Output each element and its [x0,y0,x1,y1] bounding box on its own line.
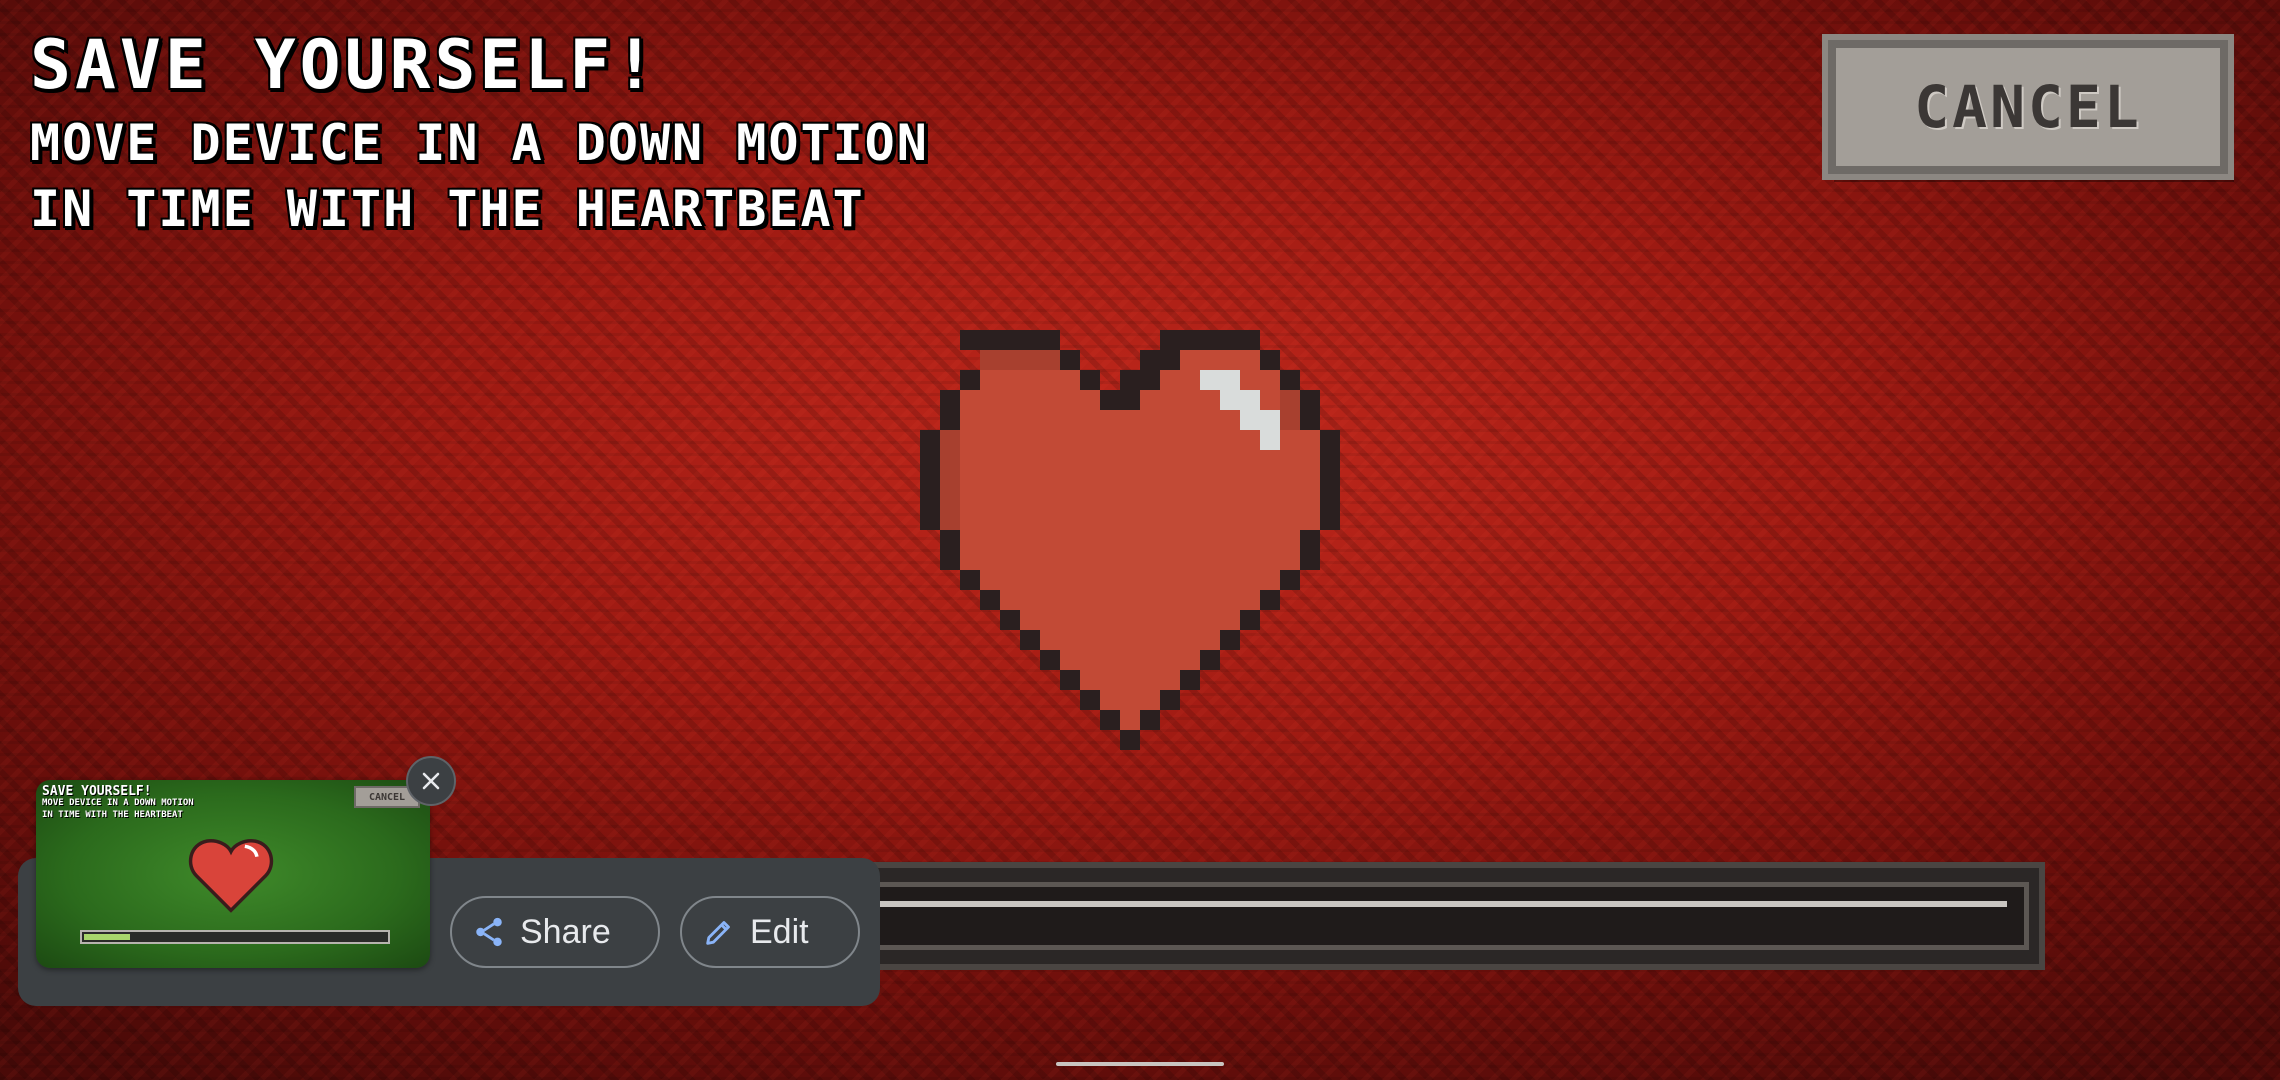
progress-bar-inner [856,882,2029,950]
progress-bar-fill [861,901,2007,907]
edit-label: Edit [750,912,809,951]
instruction-line-2: IN TIME WITH THE HEARTBEAT [30,180,865,238]
thumbnail-heart-icon [186,834,276,914]
cancel-button[interactable]: CANCEL [1828,40,2228,174]
game-title: SAVE YOURSELF! [30,26,660,105]
cancel-button-label: CANCEL [1914,73,2142,141]
thumbnail-title: SAVE YOURSELF! [42,784,152,799]
share-button[interactable]: Share [450,896,660,968]
share-icon [476,917,502,947]
home-indicator[interactable] [1056,1062,1224,1066]
close-icon [422,772,440,790]
thumbnail-progress-bar [80,930,390,944]
thumbnail-instruction-2: IN TIME WITH THE HEARTBEAT [42,810,183,820]
instruction-line-1: MOVE DEVICE IN A DOWN MOTION [30,114,929,172]
heart-icon [880,310,1400,770]
thumbnail-progress-fill [84,934,130,940]
close-preview-button[interactable] [406,756,456,806]
pencil-icon [706,921,730,945]
edit-button[interactable]: Edit [680,896,860,968]
screenshot-thumbnail[interactable]: SAVE YOURSELF! MOVE DEVICE IN A DOWN MOT… [36,780,430,968]
thumbnail-instruction-1: MOVE DEVICE IN A DOWN MOTION [42,798,194,808]
share-label: Share [520,912,611,951]
heartbeat-progress-bar [840,862,2045,970]
